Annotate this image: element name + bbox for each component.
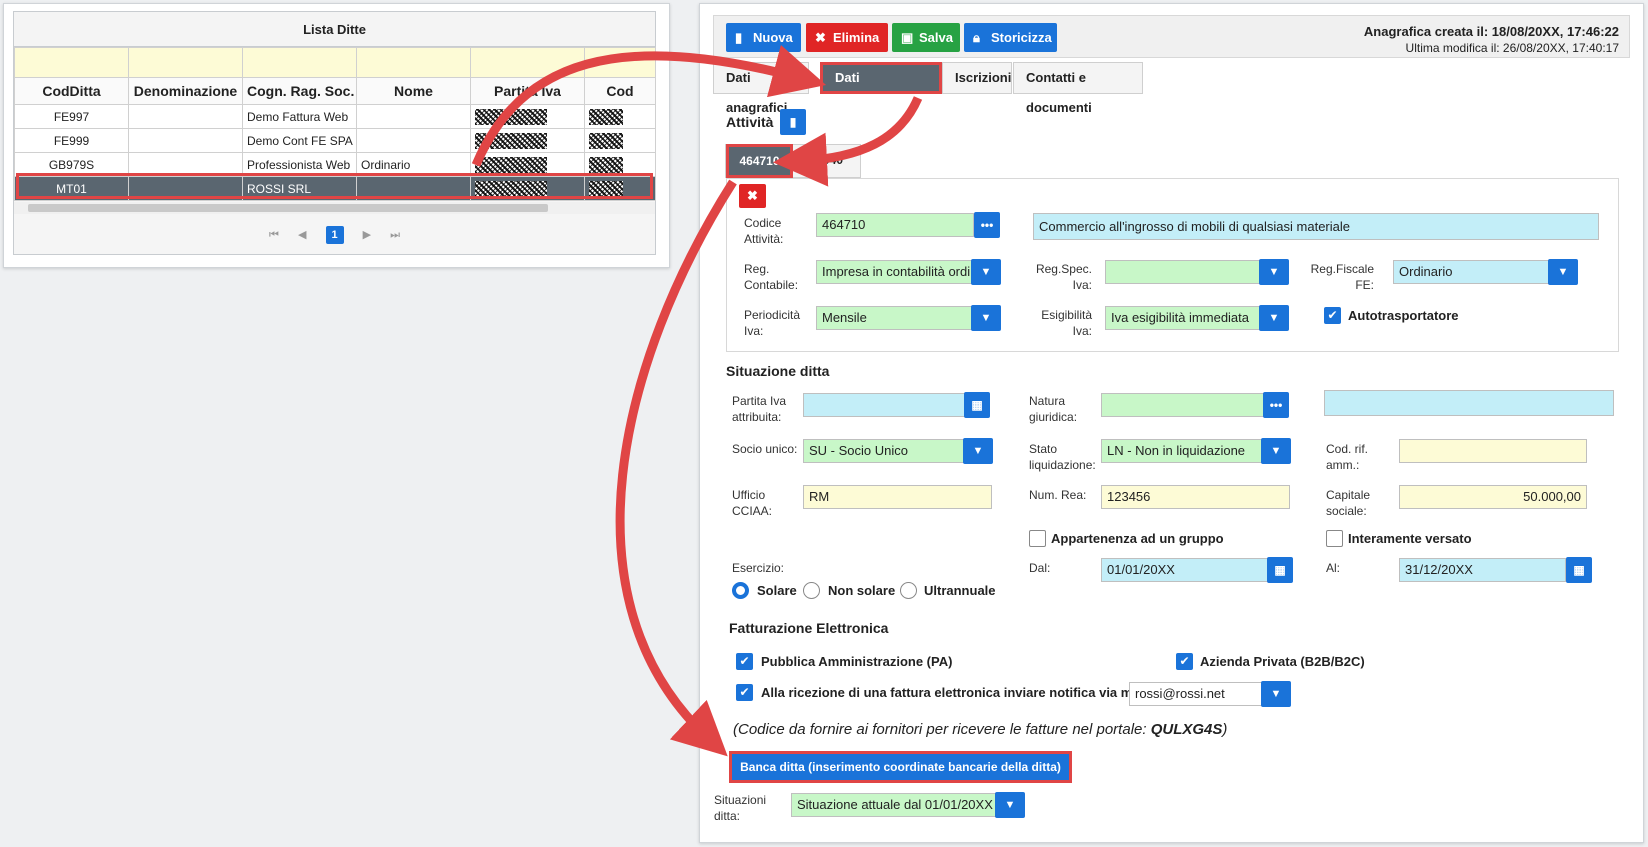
arrow-row-to-tab <box>471 44 827 167</box>
annotation-arrows <box>471 44 923 757</box>
arrow-tab-to-subtab <box>773 96 923 187</box>
arrow-subtab-to-bank <box>615 179 737 757</box>
